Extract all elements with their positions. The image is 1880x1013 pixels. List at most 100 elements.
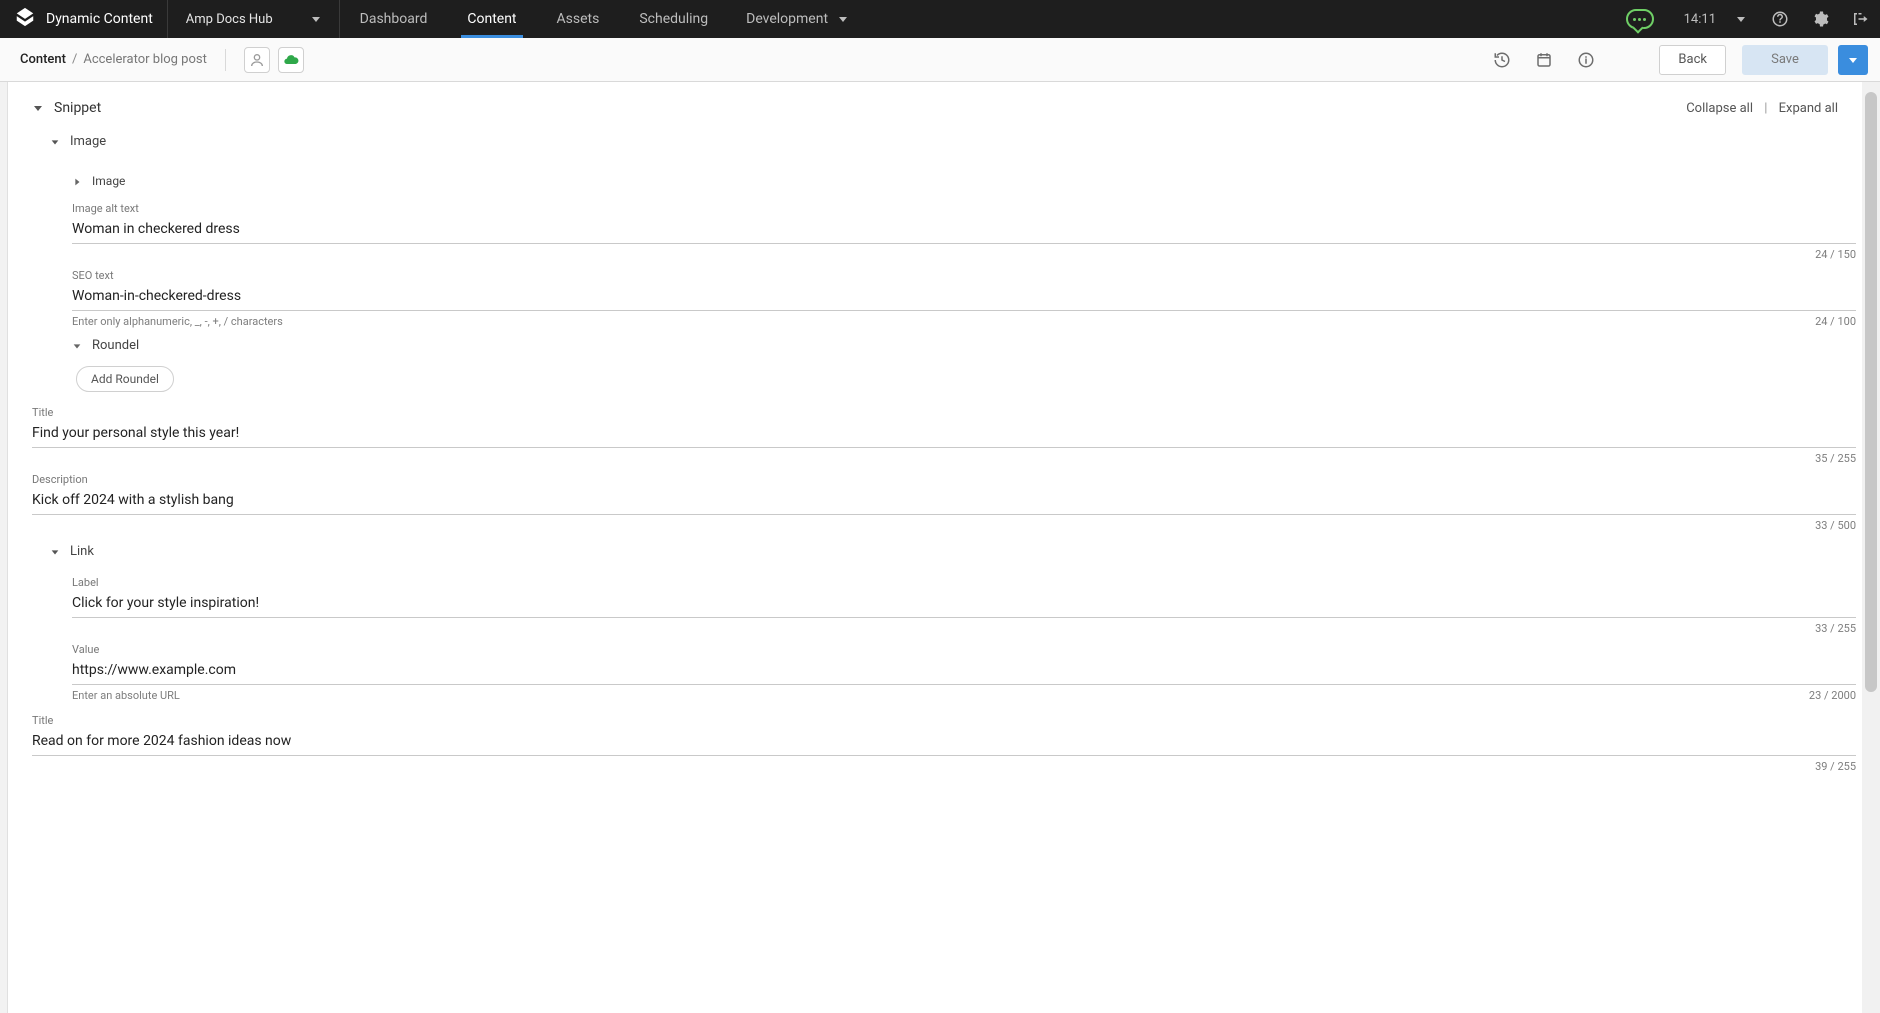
nav-development-label: Development: [746, 11, 828, 27]
nav-dashboard[interactable]: Dashboard: [340, 0, 448, 38]
nav-dashboard-label: Dashboard: [360, 11, 428, 27]
caret-down-icon: [1736, 14, 1746, 24]
link-label-counter: 33 / 255: [1815, 622, 1856, 635]
main-nav: Dashboard Content Assets Scheduling Deve…: [340, 0, 866, 38]
description-label: Description: [32, 473, 1856, 486]
section-snippet-title: Snippet: [54, 100, 101, 116]
description-counter: 33 / 500: [1815, 519, 1856, 532]
settings-button[interactable]: [1800, 0, 1840, 38]
section-roundel-title: Roundel: [92, 338, 139, 353]
bottom-title-label: Title: [32, 714, 1856, 727]
save-button: Save: [1742, 45, 1828, 75]
hub-name: Amp Docs Hub: [186, 12, 273, 27]
chevron-down-icon: [50, 546, 60, 556]
nav-content[interactable]: Content: [447, 0, 536, 38]
seo-text-input[interactable]: [72, 284, 1856, 311]
scrollbar-thumb[interactable]: [1865, 92, 1877, 692]
chevron-down-icon: [32, 102, 44, 114]
gear-icon: [1811, 10, 1829, 28]
inner-image-header[interactable]: Image: [72, 168, 1862, 194]
info-icon: [1577, 51, 1595, 69]
nav-development-dropdown[interactable]: Development: [728, 0, 866, 38]
chat-indicator[interactable]: [1610, 0, 1670, 38]
collapse-expand-controls: Collapse all | Expand all: [1686, 101, 1838, 116]
section-link-title: Link: [70, 544, 94, 559]
alt-text-label: Image alt text: [72, 202, 1856, 215]
vertical-scrollbar[interactable]: [1862, 82, 1880, 1013]
clock-value: 14:11: [1684, 12, 1716, 27]
link-value-label: Value: [72, 643, 1856, 656]
save-button-label: Save: [1771, 52, 1799, 67]
section-link-header[interactable]: Link: [50, 538, 1862, 564]
history-button[interactable]: [1485, 45, 1519, 75]
breadcrumb-sep: /: [72, 52, 77, 67]
clock-dropdown[interactable]: 14:11: [1670, 0, 1760, 38]
description-input[interactable]: [32, 488, 1856, 515]
breadcrumb-root[interactable]: Content: [20, 52, 66, 67]
add-roundel-button[interactable]: Add Roundel: [76, 366, 174, 392]
caret-down-icon: [1848, 55, 1858, 65]
nav-content-label: Content: [467, 11, 516, 27]
nav-assets-label: Assets: [557, 11, 600, 27]
chevron-down-icon: [50, 136, 60, 146]
section-image-title: Image: [70, 134, 106, 149]
link-value-counter: 23 / 2000: [1809, 689, 1856, 702]
expand-all-link[interactable]: Expand all: [1779, 101, 1838, 116]
editor-body: Snippet Collapse all | Expand all Image: [0, 82, 1880, 1013]
left-gutter: [0, 82, 8, 1013]
calendar-icon: [1535, 51, 1553, 69]
back-button[interactable]: Back: [1659, 45, 1726, 75]
bottom-title-counter: 39 / 255: [1815, 760, 1856, 773]
caret-down-icon: [838, 14, 848, 24]
nav-scheduling-label: Scheduling: [639, 11, 708, 27]
logout-icon: [1851, 10, 1869, 28]
chevron-down-icon: [72, 340, 82, 350]
caret-down-icon: [311, 14, 321, 24]
add-roundel-label: Add Roundel: [91, 372, 159, 386]
header-icons: [1760, 0, 1880, 38]
brand-logo-icon: [14, 6, 36, 32]
toolbar: Content / Accelerator blog post Back Sav…: [0, 38, 1880, 82]
help-button[interactable]: [1760, 0, 1800, 38]
collapse-expand-sep: |: [1764, 101, 1767, 116]
info-button[interactable]: [1569, 45, 1603, 75]
hub-picker[interactable]: Amp Docs Hub: [168, 0, 340, 38]
brand: Dynamic Content: [0, 0, 168, 38]
section-image-header[interactable]: Image: [50, 128, 1862, 154]
cloud-check-icon: [283, 52, 299, 68]
seo-text-counter: 24 / 100: [1815, 315, 1856, 328]
link-value-helper: Enter an absolute URL: [72, 689, 180, 702]
save-dropdown-button[interactable]: [1838, 45, 1868, 75]
alt-text-counter: 24 / 150: [1815, 248, 1856, 261]
nav-scheduling[interactable]: Scheduling: [619, 0, 728, 38]
link-label-label: Label: [72, 576, 1856, 589]
logout-button[interactable]: [1840, 0, 1880, 38]
assignee-chip[interactable]: [244, 47, 270, 73]
breadcrumb-leaf: Accelerator blog post: [83, 52, 207, 67]
nav-assets[interactable]: Assets: [537, 0, 620, 38]
section-snippet-header[interactable]: Snippet: [32, 94, 101, 122]
title-label: Title: [32, 406, 1856, 419]
inner-image-title: Image: [92, 174, 125, 188]
toolbar-divider: [225, 49, 226, 71]
history-icon: [1493, 51, 1511, 69]
seo-text-helper: Enter only alphanumeric, _, -, +, / char…: [72, 315, 283, 328]
seo-text-label: SEO text: [72, 269, 1856, 282]
breadcrumb: Content / Accelerator blog post: [20, 52, 207, 67]
sync-chip[interactable]: [278, 47, 304, 73]
collapse-all-link[interactable]: Collapse all: [1686, 101, 1753, 116]
chat-bubble-icon: [1626, 9, 1654, 29]
alt-text-input[interactable]: [72, 217, 1856, 244]
section-roundel-header[interactable]: Roundel: [72, 332, 1862, 358]
brand-name: Dynamic Content: [46, 11, 153, 27]
back-button-label: Back: [1678, 52, 1707, 67]
title-counter: 35 / 255: [1815, 452, 1856, 465]
title-input[interactable]: [32, 421, 1856, 448]
link-value-input[interactable]: [72, 658, 1856, 685]
chevron-right-icon: [72, 176, 82, 186]
app-header: Dynamic Content Amp Docs Hub Dashboard C…: [0, 0, 1880, 38]
link-label-input[interactable]: [72, 591, 1856, 618]
calendar-button[interactable]: [1527, 45, 1561, 75]
bottom-title-input[interactable]: [32, 729, 1856, 756]
help-icon: [1771, 10, 1789, 28]
